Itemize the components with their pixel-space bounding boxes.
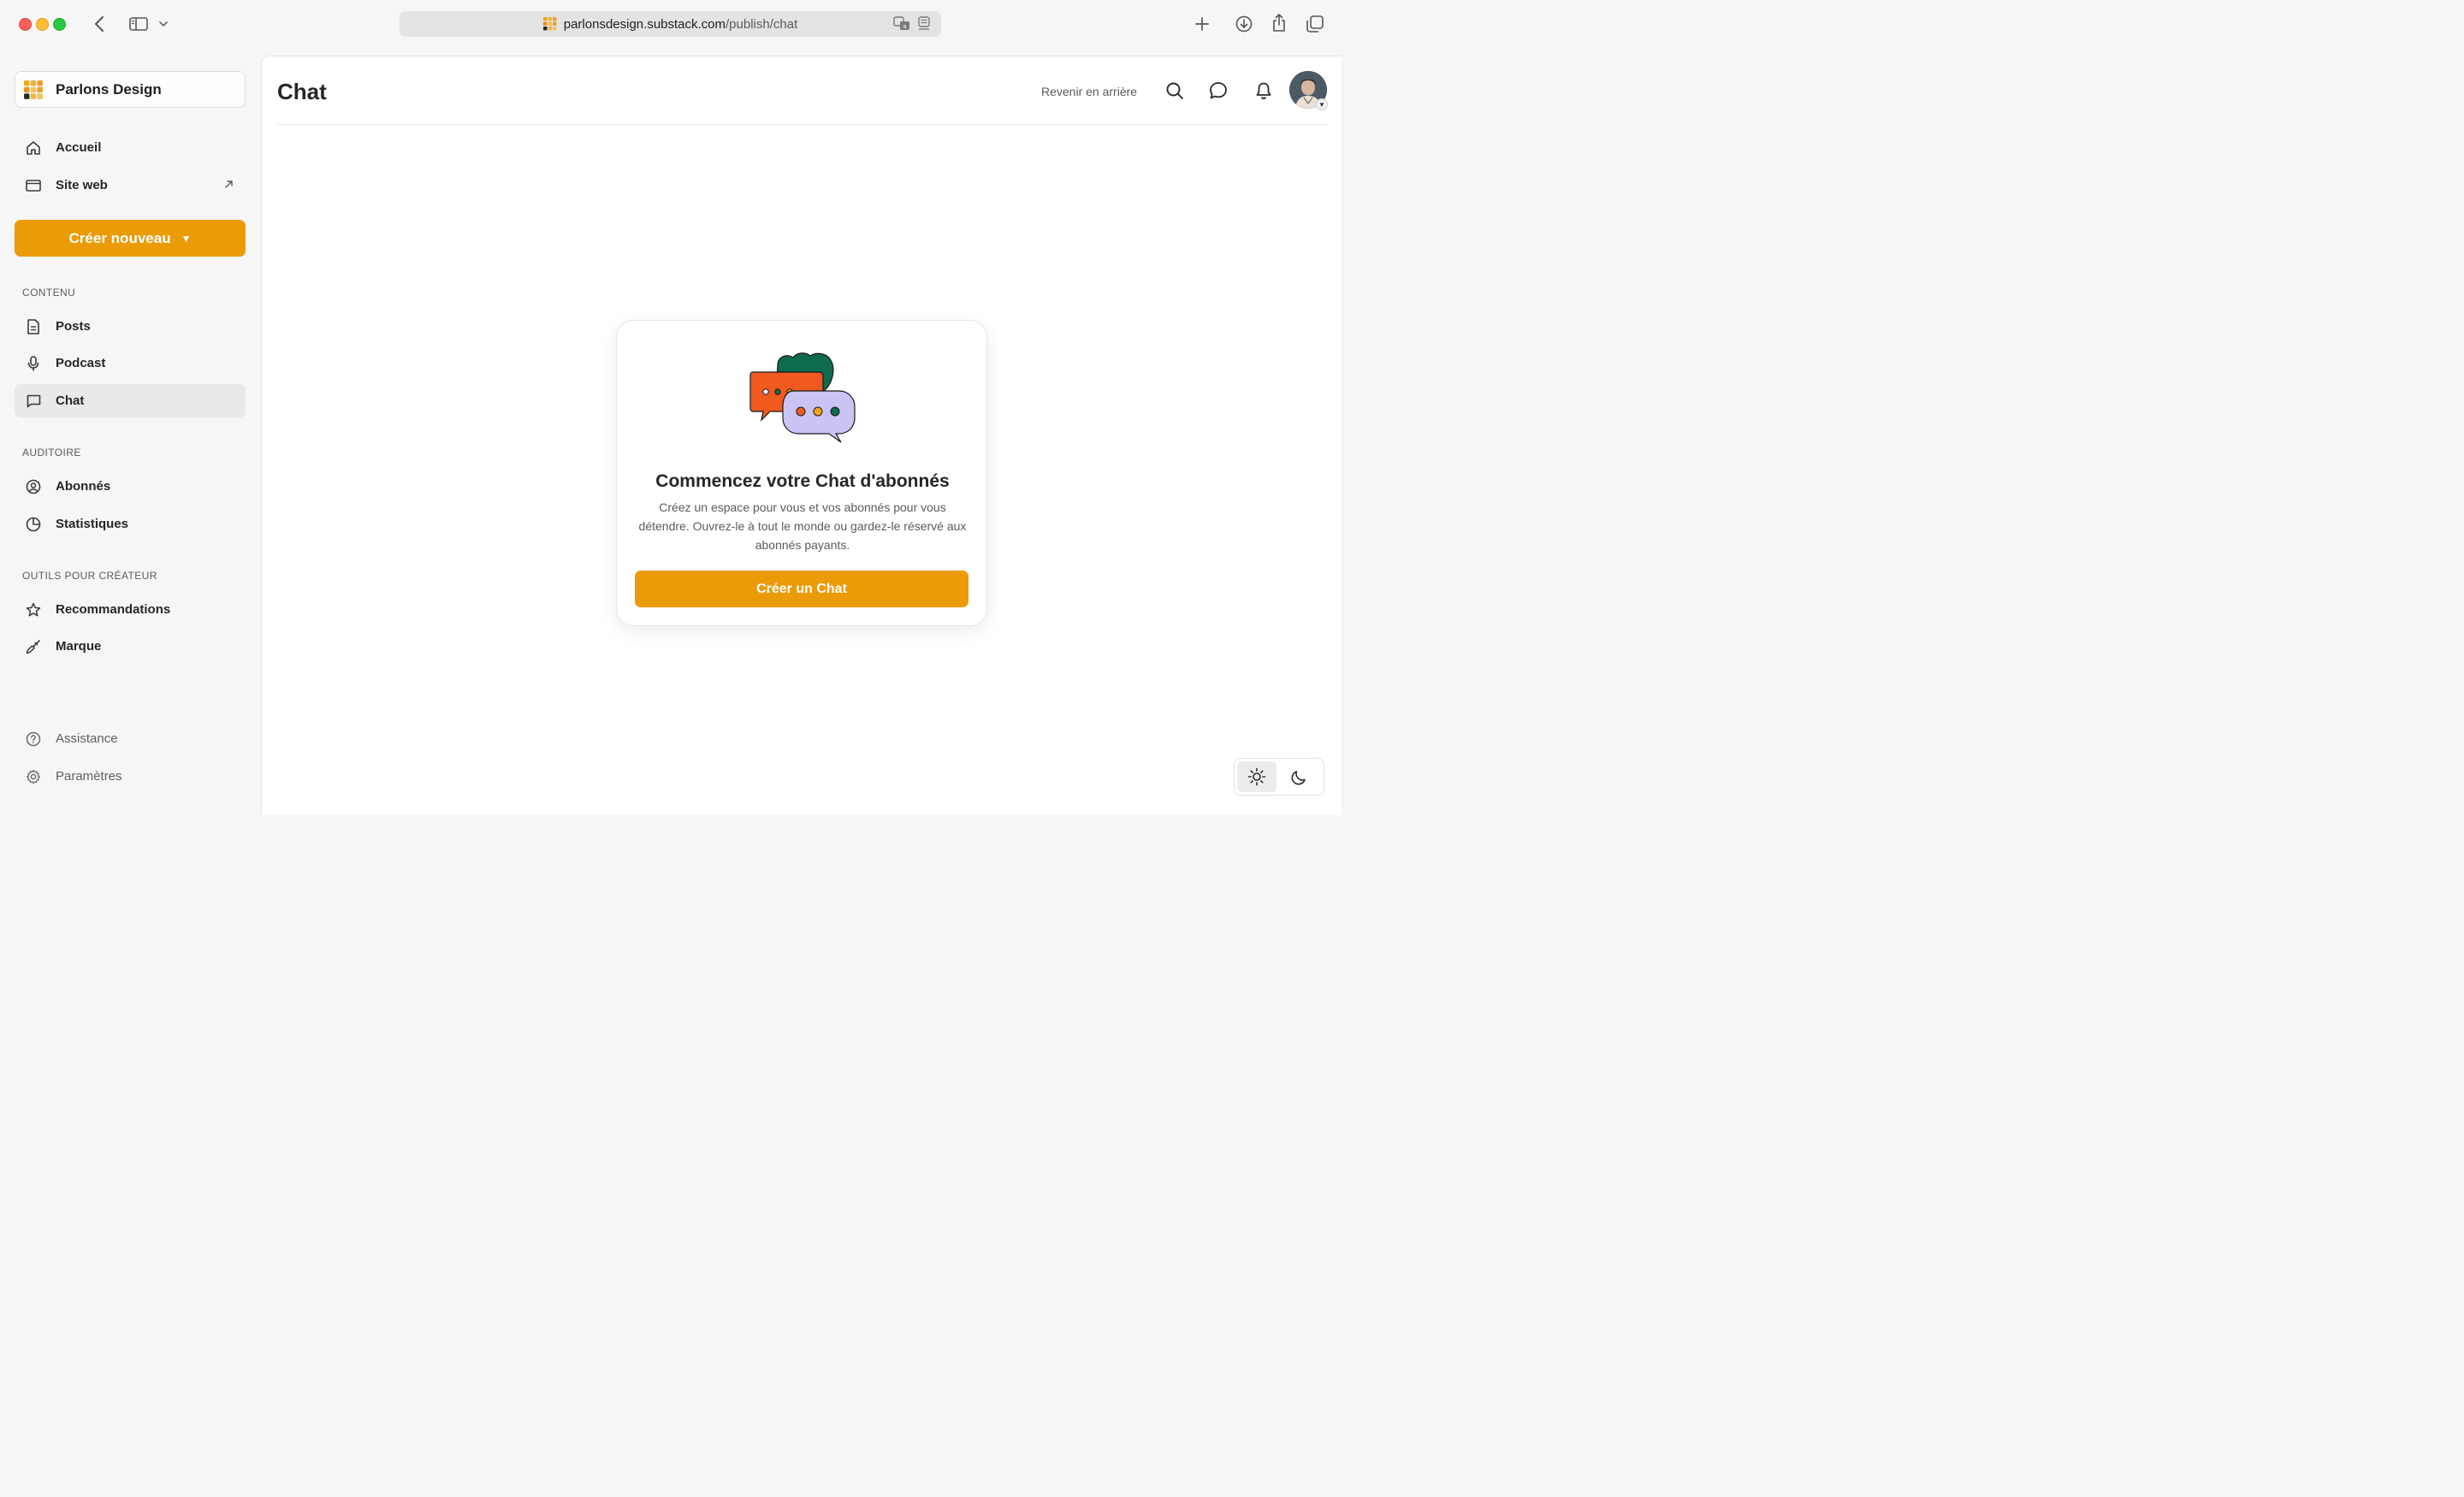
sidebar-item-posts[interactable]: Posts	[15, 310, 246, 343]
dark-mode-moon-icon[interactable]	[1280, 761, 1319, 792]
light-mode-sun-icon[interactable]	[1237, 761, 1276, 792]
section-title-contenu: CONTENU	[22, 287, 76, 299]
publication-switcher[interactable]: Parlons Design	[15, 71, 246, 108]
bell-icon[interactable]	[1253, 80, 1274, 101]
sidebar-item-label: Abonnés	[56, 479, 111, 494]
sidebar-toggle-icon[interactable]	[128, 15, 149, 33]
create-new-button[interactable]: Créer nouveau ▼	[15, 220, 246, 257]
paintbrush-icon	[26, 639, 41, 654]
empty-state-card: Commencez votre Chat d'abonnés Créez un …	[616, 320, 987, 626]
header-divider	[277, 124, 1327, 125]
home-icon	[26, 140, 41, 156]
user-circle-icon	[26, 479, 41, 494]
external-link-arrow-icon	[224, 178, 234, 192]
url-host: parlonsdesign.substack.com	[563, 16, 726, 32]
sidebar-item-label: Posts	[56, 319, 91, 334]
gear-icon	[26, 769, 41, 784]
sidebar: Parlons Design Accueil Site web Créer no…	[0, 48, 261, 815]
sidebar-item-statistiques[interactable]: Statistiques	[15, 507, 246, 541]
share-icon[interactable]	[1270, 13, 1288, 33]
zoom-window-button[interactable]	[53, 18, 66, 31]
create-chat-button[interactable]: Créer un Chat	[635, 571, 968, 607]
publication-name: Parlons Design	[56, 80, 162, 98]
svg-text:a: a	[903, 23, 906, 30]
caret-down-icon: ▼	[181, 232, 192, 245]
publication-logo	[24, 80, 43, 99]
translate-icon[interactable]: a	[893, 16, 910, 34]
sidebar-item-abonnes[interactable]: Abonnés	[15, 470, 246, 503]
search-icon[interactable]	[1164, 80, 1185, 101]
back-arrow-icon[interactable]	[91, 15, 108, 33]
sidebar-item-recommandations[interactable]: Recommandations	[15, 593, 246, 626]
sidebar-item-chat[interactable]: Chat	[15, 384, 246, 417]
empty-state-title: Commencez votre Chat d'abonnés	[655, 471, 950, 491]
document-icon	[26, 318, 41, 334]
minimize-window-button[interactable]	[36, 18, 49, 31]
sidebar-item-label: Podcast	[56, 356, 106, 370]
sidebar-item-podcast[interactable]: Podcast	[15, 346, 246, 380]
close-window-button[interactable]	[19, 18, 32, 31]
sidebar-item-label: Paramètres	[56, 769, 122, 784]
sidebar-item-parametres[interactable]: Paramètres	[15, 760, 246, 793]
sidebar-item-site-web[interactable]: Site web	[15, 169, 246, 202]
sidebar-item-label: Chat	[56, 393, 85, 408]
new-tab-plus-icon[interactable]	[1193, 15, 1211, 33]
browser-window-icon	[26, 178, 41, 193]
sidebar-item-label: Accueil	[56, 140, 102, 155]
sidebar-item-assistance[interactable]: Assistance	[15, 722, 246, 755]
microphone-icon	[26, 355, 41, 371]
help-icon	[26, 731, 41, 747]
sidebar-item-label: Recommandations	[56, 602, 171, 617]
star-icon	[26, 602, 41, 618]
sidebar-item-label: Marque	[56, 639, 102, 654]
chat-bubble-icon	[26, 393, 41, 409]
empty-state-description: Créez un espace pour vous et vos abonnés…	[638, 500, 967, 552]
browser-titlebar: parlonsdesign.substack.com/publish/chat …	[0, 0, 1342, 48]
page-title: Chat	[277, 79, 327, 104]
section-title-outils: OUTILS POUR CRÉATEUR	[22, 570, 157, 582]
create-new-label: Créer nouveau	[68, 229, 171, 246]
chat-icon[interactable]	[1208, 80, 1229, 101]
chat-bubbles-illustration-icon	[749, 352, 856, 443]
sidebar-item-label: Statistiques	[56, 517, 129, 531]
sidebar-item-accueil[interactable]: Accueil	[15, 131, 246, 164]
downloads-icon[interactable]	[1235, 15, 1253, 33]
sidebar-item-label: Assistance	[56, 731, 118, 746]
section-title-auditoire: AUDITOIRE	[22, 447, 81, 459]
chevron-down-icon[interactable]	[157, 17, 169, 31]
theme-toggle	[1234, 758, 1324, 796]
main-panel: Chat Revenir en arrière ▼ Commencez votr…	[261, 56, 1342, 815]
pie-chart-icon	[26, 517, 41, 532]
sidebar-item-marque[interactable]: Marque	[15, 630, 246, 663]
reader-mode-icon[interactable]	[917, 16, 931, 34]
site-favicon-icon	[542, 17, 557, 31]
sidebar-item-label: Site web	[56, 178, 108, 192]
tab-overview-icon[interactable]	[1306, 15, 1324, 33]
url-path: /publish/chat	[726, 16, 798, 32]
address-bar[interactable]: parlonsdesign.substack.com/publish/chat …	[400, 11, 941, 37]
account-menu-caret-icon[interactable]: ▼	[1316, 98, 1328, 110]
back-link[interactable]: Revenir en arrière	[1041, 85, 1137, 98]
